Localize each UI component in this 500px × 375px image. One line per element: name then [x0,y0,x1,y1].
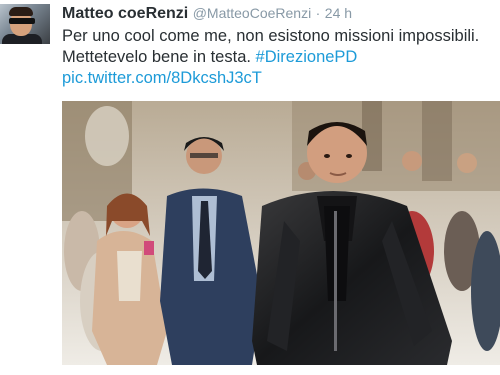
avatar[interactable] [0,4,50,44]
tweet-photo[interactable] [62,101,500,365]
tweet-text-line2: Mettetevelo bene in testa. [62,48,251,66]
media-link[interactable]: pic.twitter.com/8DkcshJ3cT [62,69,262,87]
display-name[interactable]: Matteo coeRenzi [62,5,188,22]
avatar-hair [9,7,33,16]
timestamp[interactable]: 24 h [325,5,352,21]
street-scene-illustration [62,101,500,365]
separator-dot: · [315,5,321,21]
tweet-header: Matteo coeRenzi @MatteoCoeRenzi · 24 h [62,5,352,23]
hashtag-link[interactable]: #DirezionePD [256,48,358,66]
user-handle[interactable]: @MatteoCoeRenzi [193,5,312,21]
tweet-card: Matteo coeRenzi @MatteoCoeRenzi · 24 h P… [0,0,500,375]
avatar-sunglasses [9,18,35,24]
tweet-text: Per uno cool come me, non esistono missi… [62,26,494,89]
tweet-text-line1: Per uno cool come me, non esistono missi… [62,27,480,45]
